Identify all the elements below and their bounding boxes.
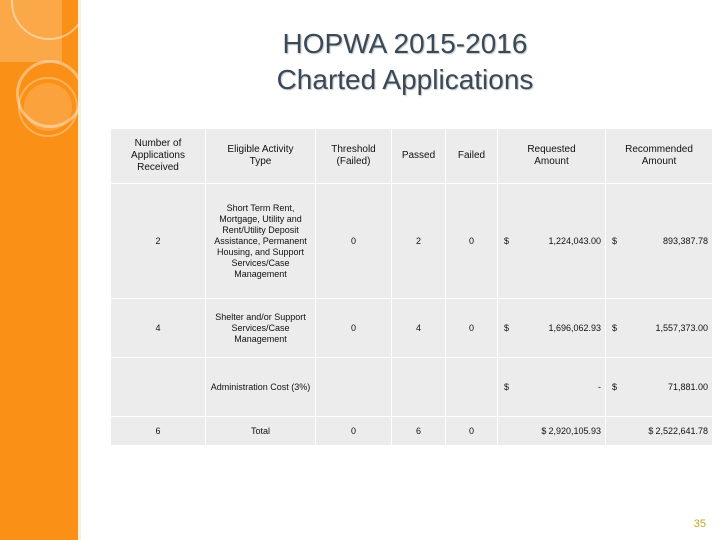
sidebar-edge-line xyxy=(78,0,81,540)
cell-threshold-failed: 0 xyxy=(315,183,392,299)
currency-symbol: $ xyxy=(504,236,510,246)
amount-value: 71,881.00 xyxy=(667,382,708,392)
cell-threshold-failed: 0 xyxy=(315,416,392,446)
cell-applications: 2 xyxy=(110,183,206,299)
cell-applications: 4 xyxy=(110,298,206,358)
decorative-sidebar xyxy=(0,0,78,540)
header-line: Recommended xyxy=(625,144,693,155)
cell-passed xyxy=(391,357,446,417)
table-row: 6 Total 0 6 0 $2,920,105.93 $2,522,641.7… xyxy=(110,416,713,446)
table-header-row: Number of Applications Received Eligible… xyxy=(110,128,713,184)
amount-value: - xyxy=(598,382,601,392)
cell-recommended-amount: $893,387.78 xyxy=(605,183,713,299)
decorative-ring-small-icon xyxy=(18,77,78,137)
cell-requested-amount: $2,920,105.93 xyxy=(497,416,606,446)
header-line: Received xyxy=(137,162,179,173)
header-line: Eligible Activity xyxy=(227,144,294,155)
cell-failed: 0 xyxy=(445,416,498,446)
amount-value: 1,224,043.00 xyxy=(548,236,601,246)
cell-activity-type: Shelter and/or Support Services/Case Man… xyxy=(205,298,316,358)
cell-applications xyxy=(110,357,206,417)
cell-activity-type: Administration Cost (3%) xyxy=(205,357,316,417)
currency-symbol: $ xyxy=(612,323,618,333)
column-header-activity-type: Eligible Activity Type xyxy=(205,128,316,184)
title-line-2: Charted Applications xyxy=(276,64,534,95)
cell-requested-amount: $ - xyxy=(497,357,606,417)
header-line: Passed xyxy=(401,150,436,161)
column-header-passed: Passed xyxy=(391,128,446,184)
cell-failed: 0 xyxy=(445,183,498,299)
page-title: HOPWA 2015-2016 Charted Applications xyxy=(110,26,700,98)
column-header-recommended-amount: Recommended Amount xyxy=(605,128,713,184)
cell-applications: 6 xyxy=(110,416,206,446)
cell-threshold-failed xyxy=(315,357,392,417)
slide-canvas: HOPWA 2015-2016 Charted Applications Num… xyxy=(0,0,720,540)
amount-value: 1,557,373.00 xyxy=(655,323,708,333)
cell-failed: 0 xyxy=(445,298,498,358)
currency-symbol: $ xyxy=(612,236,618,246)
cell-threshold-failed: 0 xyxy=(315,298,392,358)
header-line: Amount xyxy=(641,156,677,167)
table-row: 2 Short Term Rent, Mortgage, Utility and… xyxy=(110,183,713,299)
column-header-failed: Failed xyxy=(445,128,498,184)
currency-symbol: $ xyxy=(504,323,510,333)
cell-failed xyxy=(445,357,498,417)
amount-value: 893,387.78 xyxy=(662,236,708,246)
column-header-threshold: Threshold (Failed) xyxy=(315,128,392,184)
cell-recommended-amount: $71,881.00 xyxy=(605,357,713,417)
currency-symbol: $ xyxy=(504,382,510,392)
amount-value: 1,696,062.93 xyxy=(548,323,601,333)
currency-symbol: $ xyxy=(612,382,618,392)
slide-number: 35 xyxy=(693,518,706,530)
header-line: Amount xyxy=(534,156,569,167)
currency-symbol: $ xyxy=(648,426,654,436)
applications-table: Number of Applications Received Eligible… xyxy=(110,128,713,446)
cell-requested-amount: $1,696,062.93 xyxy=(497,298,606,358)
column-header-requested-amount: Requested Amount xyxy=(497,128,606,184)
cell-recommended-amount: $1,557,373.00 xyxy=(605,298,713,358)
cell-passed: 2 xyxy=(391,183,446,299)
table-row: Administration Cost (3%) $ - $71,881.00 xyxy=(110,357,713,417)
cell-activity-type: Total xyxy=(205,416,316,446)
header-line: Applications xyxy=(131,150,185,161)
cell-activity-type: Short Term Rent, Mortgage, Utility and R… xyxy=(205,183,316,299)
cell-passed: 4 xyxy=(391,298,446,358)
cell-passed: 6 xyxy=(391,416,446,446)
header-line: Type xyxy=(249,156,272,167)
table-row: 4 Shelter and/or Support Services/Case M… xyxy=(110,298,713,358)
title-line-1: HOPWA 2015-2016 xyxy=(282,28,528,59)
cell-recommended-amount: $2,522,641.78 xyxy=(605,416,713,446)
header-line: Failed xyxy=(457,150,486,161)
header-line: Number of xyxy=(134,138,182,149)
currency-symbol: $ xyxy=(541,426,547,436)
column-header-applications: Number of Applications Received xyxy=(110,128,206,184)
cell-requested-amount: $1,224,043.00 xyxy=(497,183,606,299)
amount-value: 2,920,105.93 xyxy=(548,426,601,436)
amount-value: 2,522,641.78 xyxy=(655,426,708,436)
header-line: (Failed) xyxy=(336,156,371,167)
header-line: Threshold xyxy=(331,144,376,155)
header-line: Requested xyxy=(527,144,576,155)
